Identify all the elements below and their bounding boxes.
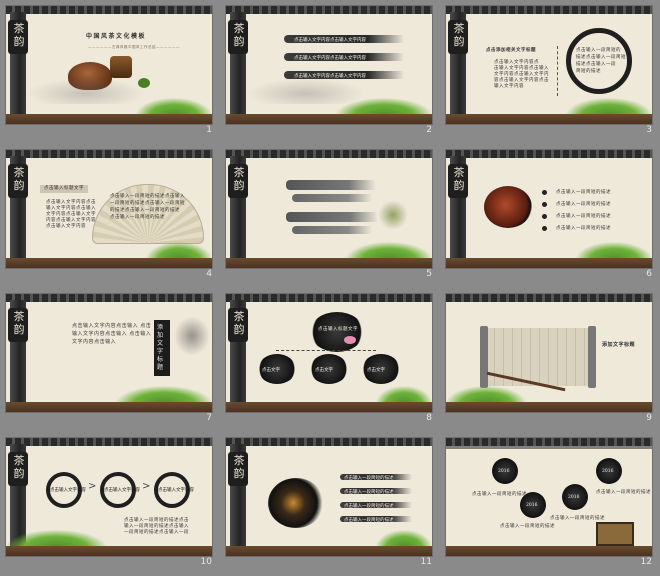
brush-stroke [286, 180, 376, 190]
slide-cell-11: 茶韵 点击输入一段简短的描述 点击输入一段简短的描述 点击输入一段简短的描述 点… [220, 432, 440, 576]
section-heading: 点击添加相关文字标题 [486, 48, 536, 53]
slide-cell-7: 茶韵 点击输入文字内容点击输入 点击输入文字内容点击输入 点击输入文字内容点击输… [0, 288, 220, 432]
slide-thumbnail-9[interactable]: 添加文字标题 [445, 293, 653, 413]
slide-subtitle: ——————古典风格中国风工作总结—————— [88, 45, 180, 49]
folding-fan-icon [92, 184, 204, 244]
slide-thumbnail-8[interactable]: 茶韵 点击输入标题文字 点击文字 点击文字 点击文字 [225, 293, 433, 413]
incense-burner-icon [110, 56, 132, 78]
slide-thumbnail-7[interactable]: 茶韵 点击输入文字内容点击输入 点击输入文字内容点击输入 点击输入文字内容点击输… [5, 293, 213, 413]
slide-thumbnail-3[interactable]: 茶韵 点击添加相关文字标题 点击输入文字内容点 击输入文字内容点击输入 文字内容… [445, 5, 653, 125]
chevron-right-icon: > [88, 481, 97, 492]
slide-number: 9 [646, 413, 652, 423]
slide-thumbnail-1[interactable]: 茶韵 中国风茶文化模板 ——————古典风格中国风工作总结—————— [5, 5, 213, 125]
slide-thumbnail-4[interactable]: 茶韵 点击输入标题文字 点击输入文字内容点击 输入文字内容点击输入 文字内容点击… [5, 149, 213, 269]
chevron-right-icon: > [142, 481, 151, 492]
slide-number: 1 [206, 125, 212, 135]
slide-number: 5 [426, 269, 432, 279]
pillar-decoration: 茶韵 [8, 12, 28, 124]
slide-cell-3: 茶韵 点击添加相关文字标题 点击输入文字内容点 击输入文字内容点击输入 文字内容… [440, 0, 660, 144]
slide-number: 12 [640, 557, 652, 567]
slide-number: 8 [426, 413, 432, 423]
brush-stroke [292, 194, 372, 202]
teapot-icon [484, 186, 532, 228]
brush-text: 点击输入文字内容点击输入文字内容 [294, 56, 366, 61]
ink-ring [566, 28, 632, 94]
slide-cell-4: 茶韵 点击输入标题文字 点击输入文字内容点击 输入文字内容点击输入 文字内容点击… [0, 144, 220, 288]
slide-number: 6 [646, 269, 652, 279]
slide-thumbnail-11[interactable]: 茶韵 点击输入一段简短的描述 点击输入一段简短的描述 点击输入一段简短的描述 点… [225, 437, 433, 557]
slide-number: 3 [646, 125, 652, 135]
slide-thumbnail-5[interactable]: 茶韵 [225, 149, 433, 269]
bamboo-icon [174, 316, 210, 356]
slide-thumbnail-10[interactable]: 茶韵 点击输入文字内容 > 点击输入文字内容 > 点击输入文字内容 点击输入一段… [5, 437, 213, 557]
slide-thumbnail-2[interactable]: 茶韵 点击输入文字内容点击输入文字内容 点击输入文字内容点击输入文字内容 点击输… [225, 5, 433, 125]
slide-cell-2: 茶韵 点击输入文字内容点击输入文字内容 点击输入文字内容点击输入文字内容 点击输… [220, 0, 440, 144]
slide-number: 11 [420, 557, 432, 567]
vertical-text-block: 点击输入文字内容点击输入 点击输入文字内容点击输入 点击输入文字内容点击输入 [72, 323, 152, 345]
slide-number: 10 [200, 557, 212, 567]
slide-cell-8: 茶韵 点击输入标题文字 点击文字 点击文字 点击文字 8 [220, 288, 440, 432]
lotus-icon [344, 336, 356, 344]
slide-thumbnail-12[interactable]: 2016 2016 2016 2016 点击输入一段简短的描述 点击输入一段简短… [445, 437, 653, 557]
brush-stroke [286, 212, 378, 222]
slide-cell-10: 茶韵 点击输入文字内容 > 点击输入文字内容 > 点击输入文字内容 点击输入一段… [0, 432, 220, 576]
slide-cell-6: 茶韵 点击输入一段简短的描述 点击输入一段简短的描述 点击输入一段简短的描述 点… [440, 144, 660, 288]
slide-thumbnail-grid: 茶韵 中国风茶文化模板 ——————古典风格中国风工作总结—————— 1 茶韵… [0, 0, 660, 569]
slide-cell-9: 添加文字标题 9 [440, 288, 660, 432]
slide-number: 2 [426, 125, 432, 135]
slide-thumbnail-6[interactable]: 茶韵 点击输入一段简短的描述 点击输入一段简短的描述 点击输入一段简短的描述 点… [445, 149, 653, 269]
floor-decoration [6, 114, 212, 124]
brush-text: 点击输入文字内容点击输入文字内容 [294, 38, 366, 43]
ink-stone-icon [268, 478, 324, 528]
tea-box-icon [596, 522, 634, 546]
slide-cell-12: 2016 2016 2016 2016 点击输入一段简短的描述 点击输入一段简短… [440, 432, 660, 576]
slide-cell-5: 茶韵 5 [220, 144, 440, 288]
slide-title: 中国风茶文化模板 [86, 33, 147, 40]
brush-stroke [292, 226, 372, 234]
divider [557, 46, 559, 96]
slide-cell-1: 茶韵 中国风茶文化模板 ——————古典风格中国风工作总结—————— 1 [0, 0, 220, 144]
orchid-icon [378, 200, 408, 230]
slide-number: 4 [206, 269, 212, 279]
scroll-title: 添加文字标题 [602, 342, 636, 348]
slide-number: 7 [206, 413, 212, 423]
roof-decoration [6, 6, 212, 14]
